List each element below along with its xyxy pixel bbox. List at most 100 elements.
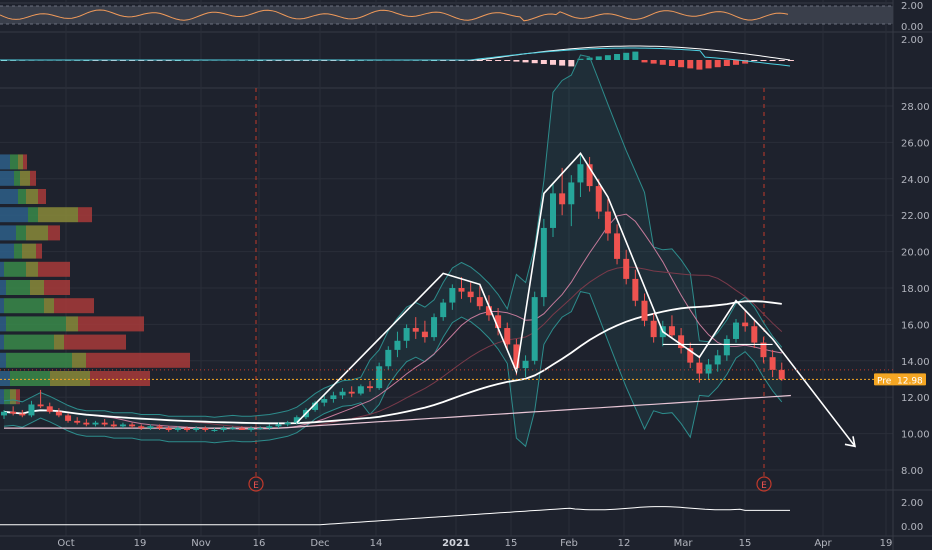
candle-body: [751, 326, 758, 343]
macd-pane: [0, 45, 794, 70]
candle-body: [321, 399, 328, 403]
candle-body: [421, 331, 428, 338]
time-tick-label: 2021: [442, 538, 470, 549]
earnings-label: E: [253, 481, 259, 491]
macd-hist-bar: [550, 60, 556, 65]
price-tick-label: 18.00: [901, 284, 930, 295]
macd-hist-bar: [751, 60, 758, 61]
profile-bar-green: [10, 371, 50, 386]
macd-hist-bar: [485, 60, 492, 61]
time-tick-label: Oct: [57, 538, 74, 549]
bb-fill: [4, 55, 782, 447]
candle-body: [284, 422, 291, 425]
profile-bar-blue: [0, 207, 28, 223]
profile-bar-green: [14, 243, 22, 259]
time-tick-label: 19: [880, 538, 893, 549]
profile-bar-green: [6, 352, 72, 368]
candle-body: [723, 338, 730, 356]
profile-bar-blue: [0, 225, 16, 241]
macd-tick-label: 2.00: [901, 35, 923, 46]
price-tick-label: 16.00: [901, 320, 930, 331]
profile-bar-blue: [0, 280, 6, 295]
candle-body: [220, 428, 227, 430]
profile-bar-blue: [0, 243, 14, 259]
time-tick-label: Feb: [560, 538, 578, 549]
profile-bar-yellow: [18, 154, 23, 170]
profile-bar-blue: [0, 316, 6, 332]
profile-bar-blue: [0, 298, 4, 314]
candle-body: [568, 182, 575, 205]
price-tick-label: 28.00: [901, 102, 930, 113]
candle-body: [110, 424, 117, 427]
volume-tick-label: 2.00: [901, 498, 923, 509]
candle-body: [275, 424, 282, 427]
candle-body: [550, 193, 556, 228]
volume-line: [0, 506, 790, 526]
candle-body: [238, 428, 245, 430]
price-tag-value: 12.98: [897, 376, 923, 386]
earnings-label: E: [761, 481, 767, 491]
macd-hist-bar: [495, 60, 502, 61]
time-tick-label: 19: [134, 538, 147, 549]
macd-hist-bar: [568, 60, 575, 67]
profile-bar-red: [48, 225, 60, 241]
profile-bar-red: [36, 243, 42, 259]
profile-bar-green: [18, 189, 26, 204]
candle-body: [266, 426, 273, 429]
macd-line: [0, 45, 791, 61]
candle-body: [376, 366, 383, 389]
candle-body: [211, 429, 218, 431]
candle-body: [339, 391, 346, 396]
candle-body: [330, 395, 337, 400]
profile-bar-blue: [0, 170, 14, 186]
profile-bar-green: [16, 225, 26, 241]
rsi-tick-label: 0.00: [901, 22, 923, 33]
candle-body: [74, 420, 81, 423]
candle-body: [531, 297, 538, 361]
profile-bar-green: [6, 280, 30, 295]
candle-body: [705, 364, 712, 374]
price-tick-label: 26.00: [901, 138, 930, 149]
profile-bar-green: [4, 261, 26, 277]
candle-body: [92, 422, 99, 425]
candle-body: [348, 391, 355, 394]
stock-chart: E E 28.00 26.00 24.00 22.00 20.00 18.00 16.00 14…: [0, 0, 932, 550]
profile-bar-red: [30, 170, 36, 186]
profile-bar-green: [4, 334, 54, 350]
profile-bar-red: [86, 352, 190, 368]
time-tick-label: Mar: [674, 538, 694, 549]
profile-bar-yellow: [22, 243, 36, 259]
profile-bar-red: [78, 207, 92, 223]
profile-bar-green: [28, 207, 38, 223]
profile-bar-blue: [0, 371, 10, 386]
time-tick-label: Nov: [191, 538, 211, 549]
macd-hist-bar: [687, 60, 694, 69]
candle-body: [403, 328, 410, 341]
profile-bar-red: [64, 334, 126, 350]
macd-hist-bar: [641, 60, 648, 63]
time-tick-label: 15: [739, 538, 752, 549]
candle-body: [248, 428, 255, 430]
macd-hist-bar: [531, 60, 538, 64]
profile-bar-yellow: [26, 189, 38, 204]
profile-bar-green: [14, 170, 20, 186]
price-tick-label: 22.00: [901, 211, 930, 222]
profile-bar-green: [6, 316, 66, 332]
macd-hist-bar: [522, 60, 529, 63]
price-tag: Pre 12.98: [874, 373, 926, 386]
profile-bar-blue: [0, 261, 4, 277]
profile-bar-yellow: [44, 298, 54, 314]
candle-body: [458, 288, 465, 292]
macd-hist-bar: [614, 54, 621, 60]
candle-body: [641, 300, 648, 321]
candle-body: [504, 328, 511, 345]
profile-bar-yellow: [30, 280, 44, 295]
candle-body: [229, 428, 236, 430]
profile-bar-yellow: [50, 371, 90, 386]
rsi-pane: [0, 5, 893, 25]
candle-body: [46, 406, 53, 412]
candle-body: [174, 428, 181, 430]
candle-body: [147, 426, 154, 429]
volume-pane: [0, 506, 790, 526]
candle-body: [10, 411, 17, 414]
